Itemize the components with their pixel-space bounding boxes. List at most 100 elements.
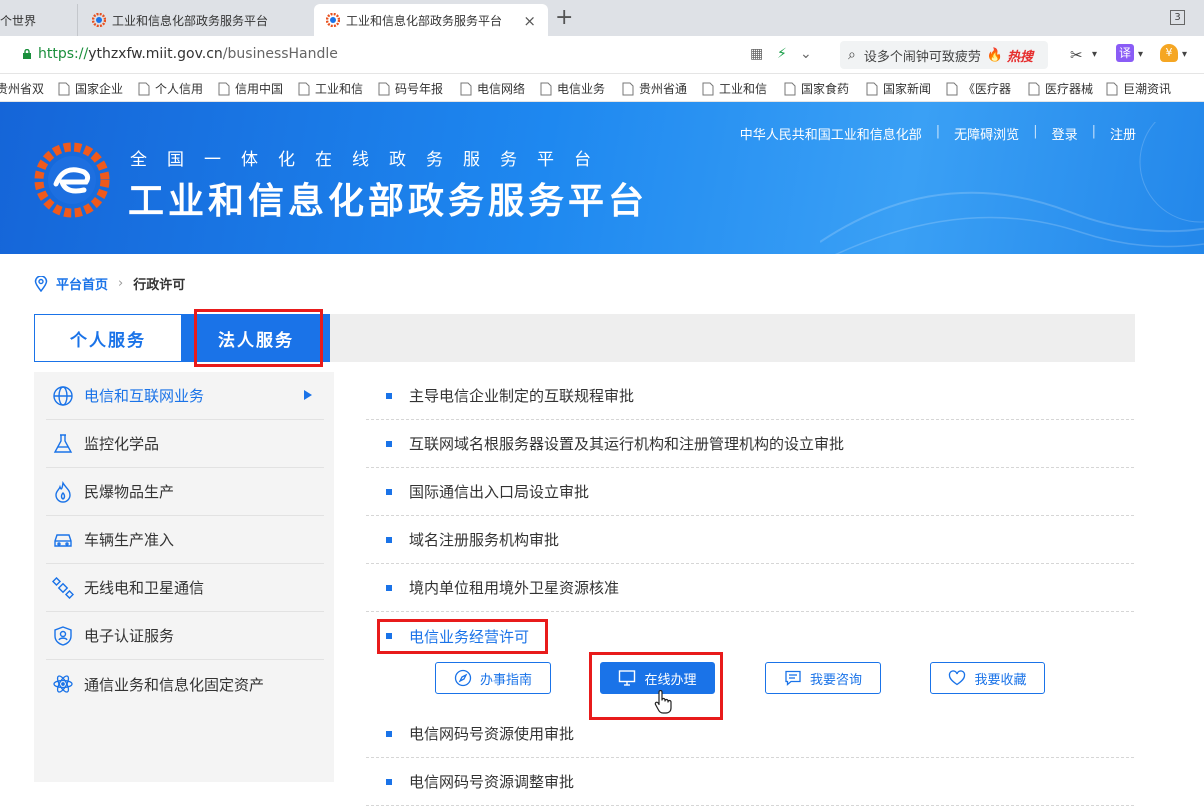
url-field[interactable]: https://ythzxfw.miit.gov.cn/businessHand… xyxy=(38,46,338,62)
link-register[interactable]: 注册 xyxy=(1110,124,1136,143)
bookmark-item[interactable]: 国家食药 xyxy=(784,80,874,97)
breadcrumb-current: 行政许可 xyxy=(133,278,186,293)
bookmark-item[interactable]: 工业和信 xyxy=(702,80,792,97)
sidebar-item-radio-satellite[interactable]: 无线电和卫星通信 xyxy=(46,564,324,612)
page-icon xyxy=(946,82,958,95)
link-accessibility[interactable]: 无障碍浏览 xyxy=(954,124,1019,143)
header-links: 中华人民共和国工业和信息化部 | 无障碍浏览 | 登录 | 注册 xyxy=(740,124,1136,143)
favorite-button[interactable]: 我要收藏 xyxy=(930,662,1045,694)
hand-cursor-icon xyxy=(654,690,672,714)
page-icon xyxy=(540,82,552,95)
sidebar-item-telecom-assets[interactable]: 通信业务和信息化固定资产 xyxy=(46,660,324,708)
chevron-down-icon[interactable]: ▾ xyxy=(1138,49,1143,60)
chevron-down-icon[interactable]: ▾ xyxy=(1092,49,1097,60)
bullet xyxy=(386,536,392,543)
highlight-box-legal-tab xyxy=(194,309,323,367)
list-item-label: 互联网域名根服务器设置及其运行机构和注册管理机构的设立审批 xyxy=(409,435,845,453)
sidebar-item-label: 监控化学品 xyxy=(84,435,160,453)
bookmark-item[interactable]: 国家企业 xyxy=(58,80,148,97)
globe-icon xyxy=(53,385,73,406)
bookmark-item[interactable]: 个人信用 xyxy=(138,80,228,97)
sidebar-item-label: 车辆生产准入 xyxy=(84,531,175,549)
new-tab-button[interactable]: + xyxy=(555,5,573,30)
list-item[interactable]: 国际通信出入口局设立审批 xyxy=(366,468,1134,516)
browser-tab-2-active[interactable]: 工业和信息化部政务服务平台 × xyxy=(314,4,548,36)
sidebar-item-label: 电信和互联网业务 xyxy=(84,387,205,405)
bookmark-item[interactable]: 电信网络 xyxy=(460,80,550,97)
page-icon xyxy=(58,82,70,95)
bookmark-label: 个人信用 xyxy=(155,82,204,96)
coin-shield-icon[interactable]: ¥ xyxy=(1160,44,1178,62)
list-item[interactable]: 域名注册服务机构审批 xyxy=(366,516,1134,564)
bookmark-item[interactable]: 国家新闻 xyxy=(866,80,956,97)
page-icon xyxy=(702,82,714,95)
tab-close-icon[interactable]: × xyxy=(523,12,536,30)
list-item[interactable]: 境内单位租用境外卫星资源核准 xyxy=(366,564,1134,612)
tab-count-badge[interactable]: 3 xyxy=(1170,10,1185,25)
compass-icon xyxy=(454,669,472,687)
translate-button[interactable]: 译 xyxy=(1116,44,1134,62)
guide-button-label: 办事指南 xyxy=(479,672,532,688)
bookmark-label: 工业和信 xyxy=(315,82,364,96)
qr-code-icon[interactable]: ▦ xyxy=(750,46,763,62)
sidebar-item-e-certification[interactable]: 电子认证服务 xyxy=(46,612,324,660)
bookmark-item[interactable]: 医疗器械 xyxy=(1028,80,1118,97)
list-item-label: 境内单位租用境外卫星资源核准 xyxy=(409,579,620,597)
flame-icon: 🔥 xyxy=(986,47,1004,63)
bookmark-label: 巨潮资讯 xyxy=(1123,82,1172,96)
browser-tab-0[interactable]: 整个世界 xyxy=(0,4,78,36)
bookmark-item[interactable]: 电信业务 xyxy=(540,80,630,97)
url-path: /businessHandle xyxy=(222,46,338,62)
list-item[interactable]: 电信网码号资源使用审批 xyxy=(366,710,1134,758)
link-login[interactable]: 登录 xyxy=(1052,124,1078,143)
guide-button[interactable]: 办事指南 xyxy=(435,662,551,694)
flame-icon xyxy=(55,480,71,503)
chevron-down-icon[interactable]: ▾ xyxy=(1182,49,1187,60)
list-item[interactable]: 主导电信企业制定的互联规程审批 xyxy=(366,372,1134,420)
bookmark-label: 《医疗器 xyxy=(963,82,1012,96)
search-text: 设多个闹钟可致疲劳 xyxy=(863,49,981,65)
bookmark-item[interactable]: 《医疗器 xyxy=(946,80,1036,97)
bullet xyxy=(386,488,392,495)
consult-button[interactable]: 我要咨询 xyxy=(765,662,881,694)
url-scheme: https:// xyxy=(38,46,89,62)
list-item-label: 国际通信出入口局设立审批 xyxy=(409,483,590,501)
sidebar-item-vehicles[interactable]: 车辆生产准入 xyxy=(46,516,324,564)
bookmark-item[interactable]: 贵州省通 xyxy=(622,80,712,97)
bookmark-label: 国家企业 xyxy=(75,82,124,96)
browser-tab-bar: 整个世界 工业和信息化部政务服务平台 工业和信息化部政务服务平台 × + 3 xyxy=(0,0,1204,36)
sidebar-item-chemicals[interactable]: 监控化学品 xyxy=(46,420,324,468)
lock-icon xyxy=(23,49,31,59)
bookmark-item[interactable]: 工业和信 xyxy=(298,80,388,97)
page-icon xyxy=(1106,82,1118,95)
bookmark-item[interactable]: 码号年报 xyxy=(378,80,468,97)
highlight-box-telecom-license xyxy=(377,619,548,654)
bookmark-item[interactable]: 巨潮资讯 xyxy=(1106,80,1196,97)
tab-personal-service[interactable]: 个人服务 xyxy=(34,314,182,362)
url-host: ythzxfw.miit.gov.cn xyxy=(88,46,223,62)
miit-favicon-icon xyxy=(92,13,106,27)
hot-search-label: 热搜 xyxy=(1007,49,1034,65)
site-subtitle: 全国一体化在线政务服务平台 xyxy=(130,150,611,170)
shield-user-icon xyxy=(54,625,72,646)
chevron-down-icon[interactable]: ⌄ xyxy=(800,46,812,62)
lightning-icon[interactable]: ⚡ xyxy=(777,46,787,62)
bookmark-label: 码号年报 xyxy=(395,82,444,96)
link-ministry[interactable]: 中华人民共和国工业和信息化部 xyxy=(740,124,922,143)
scissors-icon[interactable]: ✂ xyxy=(1070,46,1083,64)
atom-icon xyxy=(53,675,73,693)
bullet xyxy=(386,440,392,447)
sidebar-item-telecom-internet[interactable]: 电信和互联网业务 xyxy=(46,372,324,420)
browser-search-box[interactable]: ⌕ 设多个闹钟可致疲劳 🔥 热搜 xyxy=(840,41,1048,69)
list-item[interactable]: 互联网域名根服务器设置及其运行机构和注册管理机构的设立审批 xyxy=(366,420,1134,468)
page-icon xyxy=(218,82,230,95)
browser-tab-1[interactable]: 工业和信息化部政务服务平台 xyxy=(80,4,312,36)
breadcrumb-home[interactable]: 平台首页 xyxy=(56,274,108,293)
sidebar-item-explosives[interactable]: 民爆物品生产 xyxy=(46,468,324,516)
list-item[interactable]: 电信网码号资源调整审批 xyxy=(366,758,1134,806)
chevron-right-icon: › xyxy=(118,276,124,291)
bookmark-item[interactable]: 信用中国 xyxy=(218,80,308,97)
bullet xyxy=(386,730,392,737)
sidebar-item-label: 无线电和卫星通信 xyxy=(84,579,205,597)
bookmark-label: 电信业务 xyxy=(557,82,606,96)
